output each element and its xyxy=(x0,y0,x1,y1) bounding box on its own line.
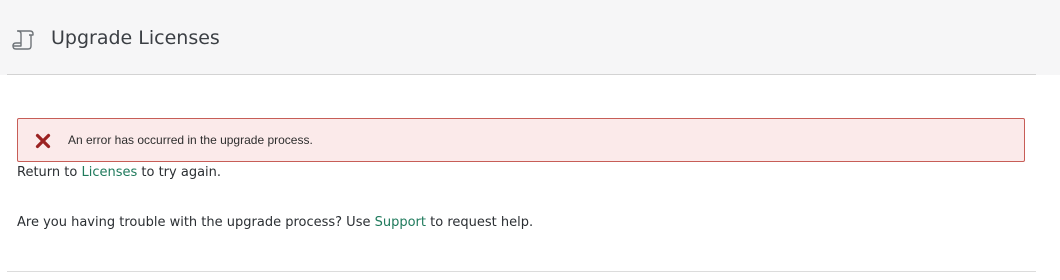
error-x-icon xyxy=(35,133,51,149)
scroll-icon xyxy=(10,26,36,52)
error-alert: An error has occurred in the upgrade pro… xyxy=(17,118,1025,162)
help-prefix: Are you having trouble with the upgrade … xyxy=(17,215,375,230)
page-header: Upgrade Licenses xyxy=(0,0,1060,75)
licenses-link[interactable]: Licenses xyxy=(81,165,137,180)
help-message: Are you having trouble with the upgrade … xyxy=(17,214,533,232)
footer-divider xyxy=(7,271,1036,272)
header-divider xyxy=(7,74,1036,75)
return-message: Return to Licenses to try again. xyxy=(17,164,221,182)
page-title: Upgrade Licenses xyxy=(51,27,220,49)
support-link[interactable]: Support xyxy=(375,215,426,230)
return-suffix: to try again. xyxy=(137,165,222,180)
return-prefix: Return to xyxy=(17,165,82,180)
help-suffix: to request help. xyxy=(426,215,534,230)
error-message: An error has occurred in the upgrade pro… xyxy=(68,133,313,147)
